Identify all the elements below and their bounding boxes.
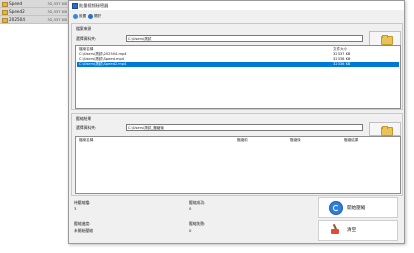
start-compress-button[interactable]: 開始壓縮 bbox=[318, 197, 398, 218]
source-section-title: 檔案來源 bbox=[76, 26, 92, 31]
background-file-name: Speed2 bbox=[9, 9, 25, 14]
background-file-name: Speed bbox=[9, 1, 23, 6]
start-compress-label: 開始壓縮 bbox=[347, 206, 366, 211]
background-file-size: 32,337 KB bbox=[47, 9, 67, 14]
clear-label: 清空 bbox=[347, 228, 357, 233]
column-header-file-name[interactable]: 檔案名稱 bbox=[79, 138, 93, 143]
output-section-title: 壓縮結果 bbox=[76, 116, 92, 121]
settings-icon bbox=[73, 13, 78, 19]
progress-label: 壓縮進度: bbox=[74, 221, 91, 226]
clear-button[interactable]: 清空 bbox=[318, 220, 398, 241]
settings-button[interactable]: 設置 bbox=[73, 12, 86, 20]
broom-icon bbox=[331, 223, 339, 234]
app-icon bbox=[72, 3, 78, 9]
table-row-selected[interactable]: C:\Users\測試\Speed2.mp4 32336 KB bbox=[77, 62, 399, 67]
background-file-row[interactable]: 202504 32,337 KB bbox=[0, 16, 69, 24]
output-browse-button[interactable] bbox=[369, 122, 401, 136]
video-file-icon bbox=[2, 10, 8, 15]
background-file-row[interactable]: Speed2 32,337 KB bbox=[0, 8, 69, 16]
refresh-icon bbox=[329, 201, 343, 215]
success-value: 0 bbox=[189, 206, 192, 211]
background-file-size: 32,337 KB bbox=[47, 17, 67, 22]
progress-value: 未開始壓縮 bbox=[74, 228, 93, 233]
folder-icon bbox=[381, 126, 393, 136]
background-file-row[interactable]: Speed 32,337 KB bbox=[0, 0, 69, 8]
window-title: 批量视频秘密器 bbox=[79, 3, 109, 8]
source-file-list[interactable]: 檔案名稱 文件大小 C:\Users\測試\202504.mp4 32337 K… bbox=[75, 45, 401, 109]
output-panel: 壓縮結果 選擇資料夾: C:\Users\測試_壓縮後 檔案名稱 壓縮前 壓縮後… bbox=[71, 113, 403, 196]
source-panel: 檔案來源 選擇資料夾: C:\Users\測試 檔案名稱 文件大小 C:\Use… bbox=[71, 23, 403, 110]
fail-value: 0 bbox=[189, 228, 192, 233]
file-size: 32336 KB bbox=[333, 62, 351, 66]
file-path: C:\Users\測試\Speed2.mp4 bbox=[79, 62, 127, 66]
background-file-name: 202504 bbox=[9, 17, 25, 22]
title-bar[interactable]: 批量视频秘密器 bbox=[69, 1, 404, 10]
output-folder-input[interactable]: C:\Users\測試_壓縮後 bbox=[126, 124, 363, 131]
video-file-icon bbox=[2, 2, 8, 7]
video-file-icon bbox=[2, 18, 8, 23]
info-icon bbox=[88, 13, 93, 19]
pending-label: 待壓縮檔: bbox=[74, 200, 91, 205]
column-header-result[interactable]: 壓縮結果 bbox=[344, 138, 358, 143]
source-folder-label: 選擇資料夾: bbox=[76, 36, 97, 41]
toolbar: 設置 關於 bbox=[69, 11, 404, 21]
folder-icon bbox=[381, 35, 393, 45]
column-header-before[interactable]: 壓縮前 bbox=[237, 138, 248, 143]
about-label: 關於 bbox=[94, 13, 102, 18]
pending-value: 3 bbox=[74, 206, 77, 211]
about-button[interactable]: 關於 bbox=[88, 12, 101, 20]
fail-label: 壓縮失敗: bbox=[189, 221, 206, 226]
source-folder-input[interactable]: C:\Users\測試 bbox=[126, 35, 363, 42]
background-file-size: 32,337 KB bbox=[47, 1, 67, 6]
output-folder-label: 選擇資料夾: bbox=[76, 125, 97, 130]
settings-label: 設置 bbox=[79, 13, 87, 18]
success-label: 壓縮成功: bbox=[189, 200, 206, 205]
app-window: 批量视频秘密器 設置 關於 檔案來源 選擇資料夾: C:\Users\測試 檔案… bbox=[68, 0, 405, 244]
source-browse-button[interactable] bbox=[369, 31, 401, 46]
output-result-list[interactable]: 檔案名稱 壓縮前 壓縮後 壓縮結果 bbox=[75, 136, 401, 194]
column-header-after[interactable]: 壓縮後 bbox=[290, 138, 301, 143]
